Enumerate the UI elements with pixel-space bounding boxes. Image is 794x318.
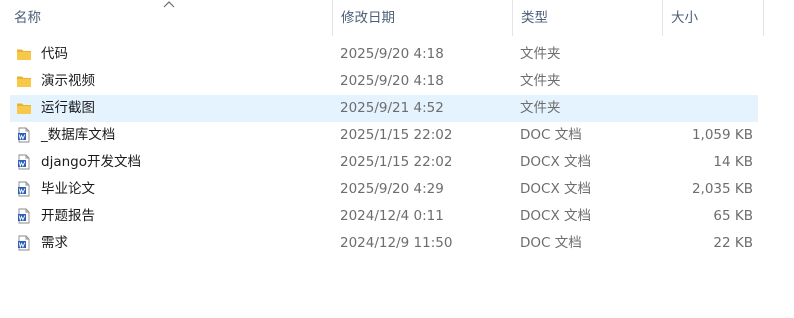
file-modified-date: 2025/1/15 22:02 [340,127,453,143]
folder-icon [17,103,31,114]
file-row[interactable]: 运行截图 2025/9/21 4:52 文件夹 [10,95,758,122]
word-document-icon [18,208,30,224]
file-modified-date: 2025/1/15 22:02 [340,154,453,170]
file-row[interactable]: 开题报告 2024/12/4 0:11 DOCX 文档 65 KB [10,203,758,230]
word-document-icon [18,235,30,251]
file-modified-date: 2024/12/9 11:50 [340,235,453,251]
word-document-icon [18,154,30,170]
file-type: DOCX 文档 [520,208,591,224]
column-header-size-label: 大小 [671,10,698,26]
file-type: 文件夹 [520,46,561,62]
file-modified-date: 2025/9/21 4:52 [340,100,444,116]
file-size: 22 KB [713,235,753,251]
file-name: 演示视频 [41,73,95,89]
file-row[interactable]: 需求 2024/12/9 11:50 DOC 文档 22 KB [10,230,758,257]
file-modified-date: 2024/12/4 0:11 [340,208,444,224]
column-header-type-label: 类型 [521,10,548,26]
file-modified-date: 2025/9/20 4:29 [340,181,444,197]
file-size: 2,035 KB [691,181,753,197]
file-size: 1,059 KB [691,127,753,143]
file-type: DOCX 文档 [520,181,591,197]
folder-icon [17,49,31,60]
file-type: DOC 文档 [520,127,582,143]
file-type: DOCX 文档 [520,154,591,170]
column-header-bar: 名称 修改日期 类型 大小 [0,0,794,36]
file-name: 开题报告 [41,208,95,224]
column-header-name-label: 名称 [14,10,41,26]
file-size: 14 KB [713,154,753,170]
file-type: 文件夹 [520,73,561,89]
file-row[interactable]: 演示视频 2025/9/20 4:18 文件夹 [10,68,758,95]
file-type: DOC 文档 [520,235,582,251]
word-document-icon [18,181,30,197]
folder-icon [17,76,31,87]
file-name: 需求 [41,235,68,251]
column-divider[interactable] [763,0,764,36]
file-size: 65 KB [713,208,753,224]
file-name: _数据库文档 [41,127,116,143]
file-modified-date: 2025/9/20 4:18 [340,46,444,62]
file-row[interactable]: _数据库文档 2025/1/15 22:02 DOC 文档 1,059 KB [10,122,758,149]
file-name: django开发文档 [41,154,141,170]
column-header-modified-label: 修改日期 [341,10,395,26]
file-modified-date: 2025/9/20 4:18 [340,73,444,89]
file-row[interactable]: 代码 2025/9/20 4:18 文件夹 [10,41,758,68]
file-type: 文件夹 [520,100,561,116]
file-name: 代码 [41,46,68,62]
column-header-size[interactable]: 大小 [663,0,763,36]
word-document-icon [18,127,30,143]
file-name: 运行截图 [41,100,95,116]
file-row[interactable]: django开发文档 2025/1/15 22:02 DOCX 文档 14 KB [10,149,758,176]
column-header-modified[interactable]: 修改日期 [333,0,512,36]
file-name: 毕业论文 [41,181,95,197]
column-header-type[interactable]: 类型 [513,0,662,36]
sort-ascending-icon[interactable] [163,0,175,8]
file-row[interactable]: 毕业论文 2025/9/20 4:29 DOCX 文档 2,035 KB [10,176,758,203]
